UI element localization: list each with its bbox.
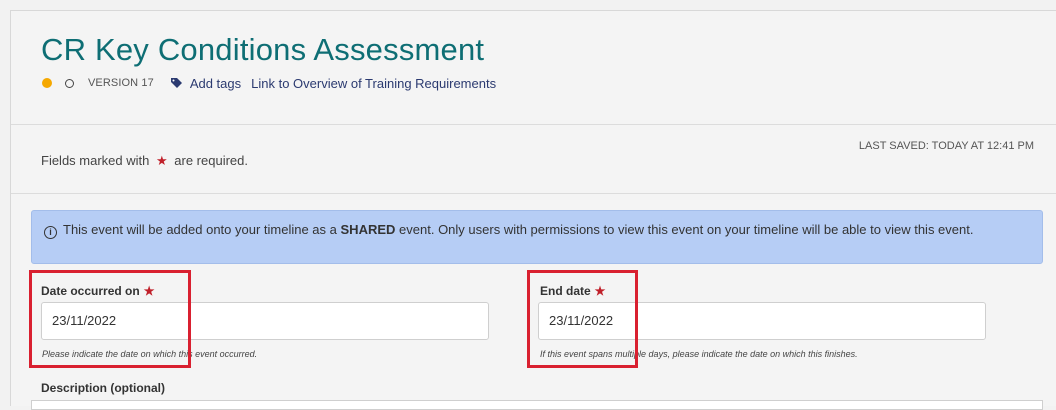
last-saved-status: LAST SAVED: TODAY AT 12:41 PM xyxy=(858,140,1034,152)
tag-icon[interactable] xyxy=(170,77,184,89)
page-title: CR Key Conditions Assessment xyxy=(41,32,485,67)
required-fields-note: Fields marked with ★ are required. xyxy=(41,153,248,169)
info-icon: i xyxy=(44,226,57,239)
required-star-icon: ★ xyxy=(156,153,168,168)
date-occurred-highlight xyxy=(29,270,191,368)
add-tags-link[interactable]: Add tags xyxy=(190,76,241,91)
description-input[interactable] xyxy=(31,400,1043,410)
end-date-highlight xyxy=(527,270,638,368)
banner-text-after: event. Only users with permissions to vi… xyxy=(399,222,974,237)
overview-training-link[interactable]: Link to Overview of Training Requirement… xyxy=(251,76,496,91)
shared-event-info-banner: i This event will be added onto your time… xyxy=(31,210,1043,264)
title-meta-row: VERSION 17 Add tags Link to Overview of … xyxy=(42,74,496,92)
divider xyxy=(11,124,1056,125)
divider xyxy=(11,193,1056,194)
version-label: VERSION 17 xyxy=(88,77,154,89)
required-note-prefix: Fields marked with xyxy=(41,153,150,168)
description-label: Description (optional) xyxy=(41,381,165,395)
required-note-suffix: are required. xyxy=(174,153,248,168)
banner-text-before: This event will be added onto your timel… xyxy=(63,222,337,237)
status-dot-filled-icon xyxy=(42,78,52,88)
banner-text-bold: SHARED xyxy=(340,222,396,237)
status-dot-empty-icon xyxy=(65,78,74,88)
